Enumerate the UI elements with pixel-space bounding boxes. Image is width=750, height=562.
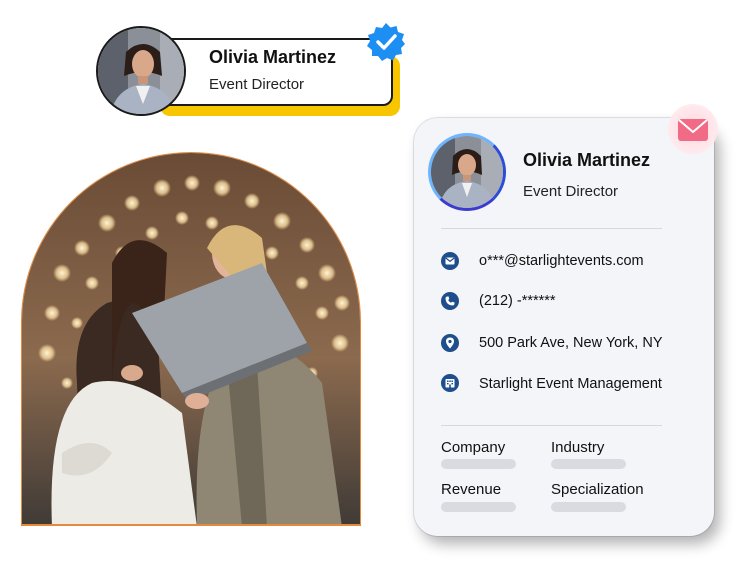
field-company-label: Company [441,439,506,456]
field-company-placeholder [441,459,516,469]
person-avatar-illustration [431,136,503,208]
contact-phone[interactable]: (212) -****** [479,293,556,309]
person-avatar-illustration [98,28,184,114]
contact-role: Event Director [523,183,619,200]
contact-address: 500 Park Ave, New York, NY [479,335,663,351]
avatar [96,26,186,116]
badge-name: Olivia Martinez [209,47,337,67]
verified-check-icon [367,23,405,61]
building-icon [441,374,459,392]
email-icon [441,252,459,270]
contact-company: Starlight Event Management [479,376,662,392]
field-specialization-label: Specialization [551,481,644,498]
women-with-laptop-illustration [22,153,360,524]
contact-name: Olivia Martinez [523,150,651,170]
field-revenue-label: Revenue [441,481,502,498]
badge-role: Event Director [209,76,305,93]
field-specialization-placeholder [551,502,626,512]
location-pin-icon [441,334,459,352]
field-industry-placeholder [551,459,626,469]
field-industry-label: Industry [551,439,605,456]
phone-icon [441,292,459,310]
divider [441,228,662,229]
field-revenue-placeholder [441,502,516,512]
avatar [428,133,506,211]
divider [441,425,662,426]
envelope-icon [678,119,708,141]
contact-email[interactable]: o***@starlightevents.com [479,253,644,269]
event-photo [21,152,361,526]
mail-button[interactable] [668,104,718,154]
